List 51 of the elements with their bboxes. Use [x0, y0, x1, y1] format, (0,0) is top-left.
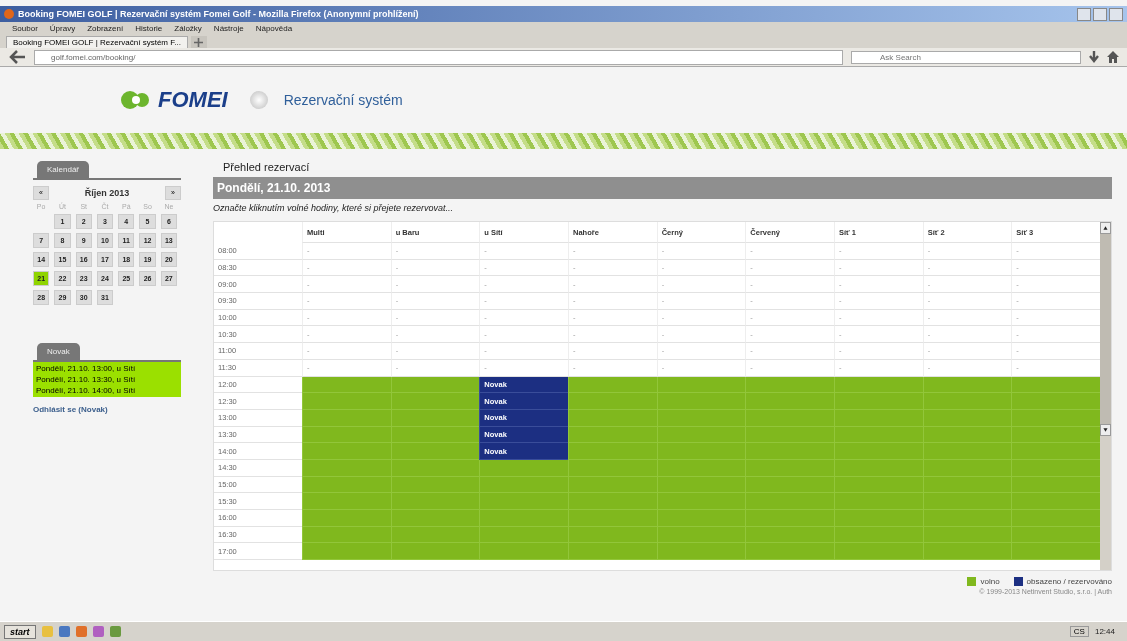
address-bar[interactable]: golf.fomei.com/booking/ [34, 49, 843, 65]
golf-ball-icon [249, 91, 268, 109]
page-heading: Přehled rezervací [222, 161, 311, 175]
free-slot[interactable] [922, 543, 1012, 561]
free-slot[interactable] [302, 543, 391, 561]
menu-item[interactable]: Zobrazení [87, 23, 124, 33]
window-title: Booking FOMEI GOLF | Rezervační systém Fomei Golf - Mozilla Firefox (Anonymní prohlížení) [18, 9, 420, 19]
reservation-item: Pondělí, 21.10. 13:30, u Sítí [36, 375, 137, 384]
browser-icon[interactable] [75, 626, 87, 637]
scrollbar[interactable] [1100, 222, 1111, 570]
clock: 12:44 [1094, 627, 1116, 636]
language-indicator[interactable]: CS [1069, 626, 1089, 637]
app-icon[interactable] [92, 626, 104, 637]
logout-link[interactable]: Odhlásit se (Novak) [33, 405, 181, 414]
menu-item[interactable]: Soubor [12, 23, 38, 33]
minimize-button[interactable] [1077, 7, 1091, 21]
free-slot[interactable] [745, 543, 834, 561]
free-slot[interactable] [568, 543, 657, 561]
app-icon[interactable] [109, 626, 121, 637]
legend-label: volno [980, 577, 1000, 586]
app-icon[interactable] [58, 626, 70, 637]
menu-item[interactable]: Záložky [174, 23, 202, 33]
reservation-item: Pondělí, 21.10. 13:00, u Sítí [36, 364, 137, 373]
site-subtitle: Rezervační systém [283, 92, 403, 108]
close-button[interactable] [1109, 7, 1123, 21]
menu-item[interactable]: Historie [135, 23, 163, 33]
logo-text: FOMEI [158, 87, 228, 113]
menu-item[interactable]: Nápověda [255, 23, 293, 33]
date-bar: Pondělí, 21.10. 2013 [213, 177, 1112, 199]
browser-tab[interactable]: Booking FOMEI GOLF | Rezervační systém F... [6, 36, 188, 48]
maximize-button[interactable] [1093, 7, 1107, 21]
logo-mark-icon [120, 90, 150, 110]
free-slot[interactable] [479, 543, 568, 561]
month-label: Říjen 2013 [84, 188, 130, 198]
instruction-text: Označte kliknutím volné hodiny, které si přejete rezervovat... [213, 202, 454, 215]
home-icon[interactable] [1107, 51, 1119, 63]
search-field[interactable]: Ask Search [851, 50, 1081, 64]
firefox-icon [4, 9, 14, 19]
start-button[interactable]: start [4, 624, 36, 639]
back-arrow-icon[interactable] [8, 50, 26, 64]
new-tab-button[interactable] [190, 36, 207, 48]
free-slot[interactable] [656, 543, 746, 561]
legend-label: obsazeno / rezervováno [1026, 577, 1112, 586]
free-slot[interactable] [834, 543, 923, 561]
free-slot[interactable] [390, 543, 480, 561]
folder-icon[interactable] [41, 626, 53, 637]
free-slot[interactable] [1011, 543, 1100, 561]
menu-item[interactable]: Úpravy [49, 23, 76, 33]
reservation-item: Pondělí, 21.10. 14:00, u Sítí [36, 386, 137, 395]
download-arrow-icon[interactable] [1089, 51, 1099, 63]
menu-item[interactable]: Nástroje [213, 23, 244, 33]
